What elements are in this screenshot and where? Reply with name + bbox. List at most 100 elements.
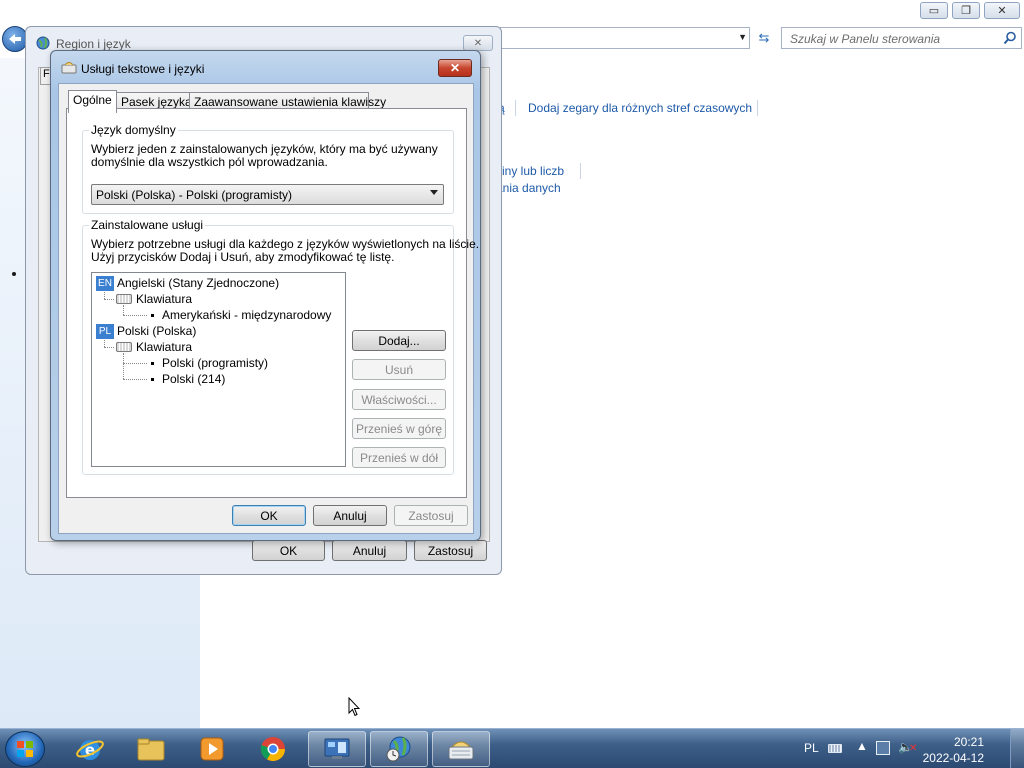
network-icon[interactable]	[876, 741, 890, 755]
maximize-button[interactable]: ❐	[952, 2, 980, 19]
window-controls: ▭ ❐ ✕	[916, 2, 1020, 19]
taskbar-internet-explorer[interactable]: e	[61, 731, 119, 767]
link-separator	[580, 163, 581, 179]
default-language-select[interactable]: Polski (Polska) - Polski (programisty)	[91, 184, 444, 205]
installed-services-label: Zainstalowane usługi	[89, 218, 206, 232]
globe-icon	[36, 36, 50, 50]
tree-connector	[123, 379, 147, 380]
keyboard-icon	[116, 294, 132, 304]
move-up-button[interactable]: Przenieś w górę	[352, 418, 446, 439]
cancel-button[interactable]: Anuluj	[313, 505, 387, 526]
installed-services-description: Użyj przycisków Dodaj i Usuń, aby zmodyf…	[91, 250, 395, 264]
add-button[interactable]: Dodaj...	[352, 330, 446, 351]
close-button[interactable]: ✕	[984, 2, 1020, 19]
tree-item-label: Polski (programisty)	[162, 356, 269, 370]
tab-general[interactable]: Ogólne	[68, 90, 117, 113]
taskbar-control-panel[interactable]	[308, 731, 366, 767]
media-player-icon	[200, 737, 224, 761]
default-language-group: Język domyślny Wybierz jeden z zainstalo…	[82, 123, 454, 214]
show-desktop-button[interactable]	[1010, 729, 1024, 768]
keyboard-icon	[61, 62, 77, 74]
tray-keyboard-icon[interactable]	[828, 744, 842, 753]
link-fragment[interactable]: ania danych	[496, 181, 561, 195]
folder-icon	[137, 738, 165, 761]
tree-item-group[interactable]: Klawiatura	[116, 291, 192, 307]
link-separator	[515, 100, 516, 116]
tree-item-language[interactable]: PL Polski (Polska)	[96, 323, 196, 339]
keyboard-icon	[116, 342, 132, 352]
tree-item-label: Polski (214)	[162, 372, 226, 386]
language-badge: PL	[96, 323, 114, 339]
text-services-close-button[interactable]: ✕	[438, 59, 472, 77]
tray-language-indicator[interactable]: PL	[804, 741, 819, 755]
tree-connector	[104, 299, 114, 300]
control-panel-icon	[324, 738, 350, 759]
tree-item-label: Angielski (Stany Zjednoczone)	[117, 276, 280, 290]
mouse-cursor-icon	[348, 697, 360, 717]
internet-explorer-icon: e	[76, 740, 104, 760]
taskbar-text-services[interactable]	[432, 731, 490, 767]
general-tab-panel: Język domyślny Wybierz jeden z zainstalo…	[66, 108, 479, 498]
services-tree[interactable]: EN Angielski (Stany Zjednoczone) Klawiat…	[91, 272, 346, 467]
tree-item-label: Polski (Polska)	[117, 324, 197, 338]
chevron-down-icon[interactable]: ▼	[738, 32, 747, 42]
taskbar-chrome[interactable]	[244, 731, 302, 767]
refresh-icon[interactable]: ⇆	[754, 29, 774, 47]
taskbar: e PL ▲ 🔈✕ 20:21 2022-04-12	[0, 728, 1024, 768]
tray-overflow-icon[interactable]: ▲	[856, 739, 868, 753]
text-services-dialog: Usługi tekstowe i języki ✕ Ogólne Pasek …	[50, 50, 481, 541]
default-language-value: Polski (Polska) - Polski (programisty)	[96, 188, 293, 202]
installed-services-group: Zainstalowane usługi Wybierz potrzebne u…	[82, 218, 479, 475]
link-fragment[interactable]: ziny lub liczb	[496, 164, 564, 178]
move-down-button[interactable]: Przenieś w dół	[352, 447, 446, 468]
clock-date[interactable]: 2022-04-12	[923, 751, 984, 765]
remove-button[interactable]: Usuń	[352, 359, 446, 380]
address-bar[interactable]: ▼	[500, 27, 750, 49]
tree-connector	[123, 315, 147, 316]
ok-button[interactable]: OK	[232, 505, 306, 526]
tree-item-label: Amerykański - międzynarodowy	[162, 308, 332, 322]
link-separator	[757, 100, 758, 116]
bullet-icon	[151, 377, 154, 381]
volume-muted-icon[interactable]: 🔈✕	[898, 740, 917, 754]
keyboard-icon	[448, 741, 474, 760]
region-apply-button[interactable]: Zastosuj	[414, 540, 487, 561]
region-dialog-title: Region i język	[56, 37, 131, 51]
tree-item-group[interactable]: Klawiatura	[116, 339, 192, 355]
chrome-icon	[261, 737, 285, 762]
arrow-left-icon	[9, 34, 21, 44]
search-placeholder: Szukaj w Panelu sterowania	[790, 32, 941, 46]
language-badge: EN	[96, 275, 114, 291]
search-input[interactable]: Szukaj w Panelu sterowania	[781, 27, 1022, 49]
globe-clock-icon	[386, 736, 411, 762]
default-language-description: domyślnie dla wszystkich pól wprowadzani…	[91, 155, 328, 169]
region-cancel-button[interactable]: Anuluj	[332, 540, 407, 561]
clock-time[interactable]: 20:21	[954, 735, 984, 749]
tree-connector	[123, 353, 124, 379]
region-close-button[interactable]: ✕	[463, 35, 493, 51]
tree-connector	[104, 347, 114, 348]
apply-button[interactable]: Zastosuj	[394, 505, 468, 526]
minimize-button[interactable]: ▭	[920, 2, 948, 19]
taskbar-region-language[interactable]	[370, 731, 428, 767]
windows-logo-icon	[17, 741, 33, 757]
properties-button[interactable]: Właściwości...	[352, 389, 446, 410]
taskbar-media-player[interactable]	[183, 731, 241, 767]
tree-item-label: Klawiatura	[136, 292, 193, 306]
tree-connector	[123, 363, 147, 364]
default-language-label: Język domyślny	[89, 123, 178, 137]
region-ok-button[interactable]: OK	[252, 540, 325, 561]
start-button[interactable]	[5, 731, 45, 767]
add-clocks-link[interactable]: Dodaj zegary dla różnych stref czasowych	[528, 101, 752, 115]
system-tray: PL ▲ 🔈✕ 20:21 2022-04-12	[804, 729, 1024, 768]
tree-item-language[interactable]: EN Angielski (Stany Zjednoczone)	[96, 275, 279, 291]
tree-item-service[interactable]: Amerykański - międzynarodowy	[151, 307, 331, 323]
taskbar-explorer[interactable]	[122, 731, 180, 767]
tree-item-service[interactable]: Polski (214)	[151, 371, 225, 387]
tree-item-service[interactable]: Polski (programisty)	[151, 355, 268, 371]
text-services-title: Usługi tekstowe i języki	[81, 62, 205, 76]
tree-item-label: Klawiatura	[136, 340, 193, 354]
sidebar-bullet	[12, 272, 16, 276]
chevron-down-icon	[430, 190, 438, 195]
search-icon[interactable]	[1003, 31, 1017, 45]
